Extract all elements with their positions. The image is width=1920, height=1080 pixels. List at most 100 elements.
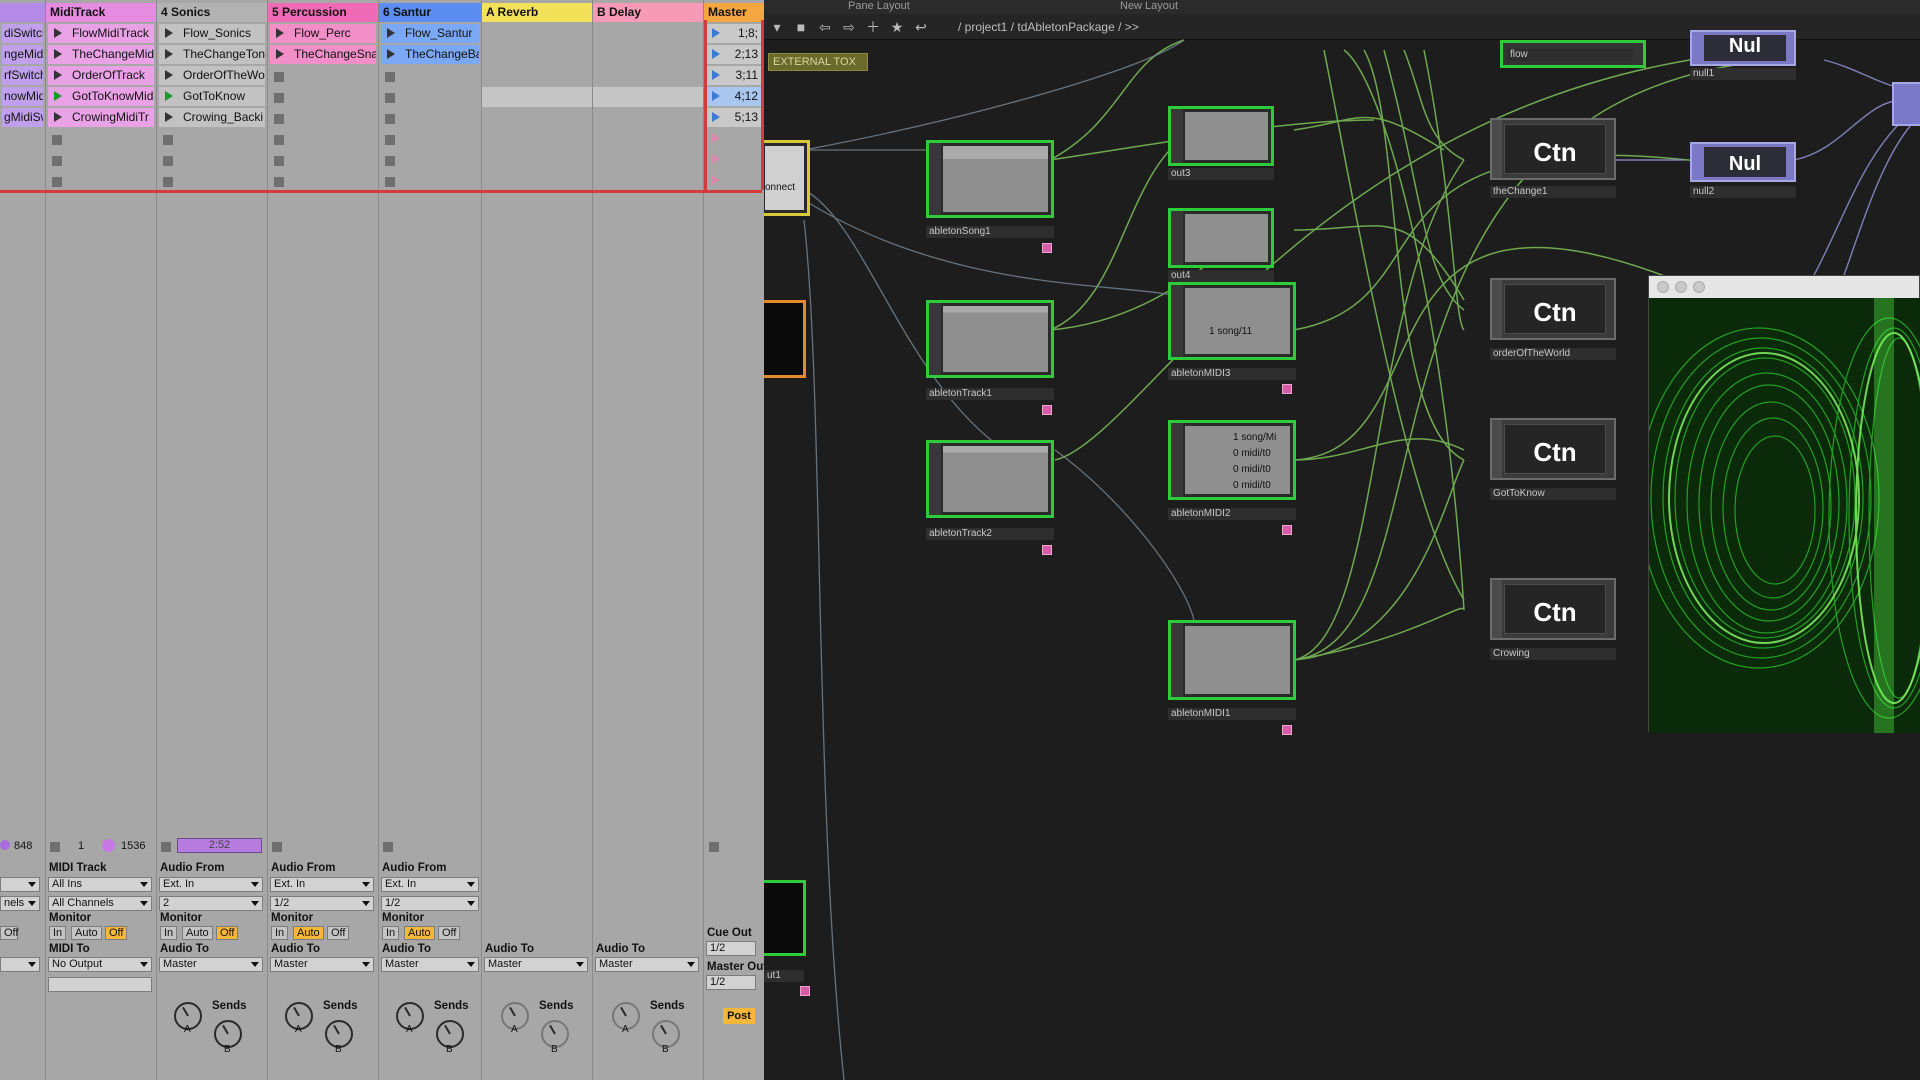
clip-slot[interactable]: nowMidi xyxy=(2,87,43,106)
node-pin[interactable] xyxy=(1282,525,1292,535)
abletontrack2-node[interactable] xyxy=(926,440,1054,518)
track-header-0[interactable] xyxy=(0,3,45,22)
play-icon[interactable] xyxy=(165,49,173,59)
clip-slot[interactable]: rfSwitch xyxy=(2,66,43,85)
node-pin[interactable] xyxy=(1282,725,1292,735)
stop-icon[interactable] xyxy=(161,842,171,852)
node-flags[interactable] xyxy=(929,443,941,515)
midi-channel-select[interactable]: All Channels xyxy=(48,896,152,911)
stop-icon[interactable] xyxy=(50,842,60,852)
node-flags[interactable] xyxy=(1171,423,1183,497)
scene-play-icon[interactable] xyxy=(712,175,720,185)
scene-play-icon[interactable] xyxy=(712,112,720,122)
scene-play-icon[interactable] xyxy=(712,133,720,143)
orderoftheworld-container[interactable]: Ctn xyxy=(1490,278,1616,340)
stop-icon[interactable] xyxy=(272,842,282,852)
stop-icon[interactable] xyxy=(52,156,62,166)
scene-play-icon[interactable] xyxy=(712,49,720,59)
scene-launch[interactable]: 4;12 xyxy=(706,87,762,106)
play-icon[interactable] xyxy=(387,49,395,59)
stop-icon[interactable] xyxy=(274,156,284,166)
clip-slot[interactable]: TheChangeSna xyxy=(270,45,376,64)
scene-play-icon[interactable] xyxy=(712,28,720,38)
play-icon[interactable] xyxy=(165,112,173,122)
play-icon[interactable] xyxy=(276,49,284,59)
input-channel-select[interactable]: 1/2 xyxy=(270,896,374,911)
stop-icon[interactable] xyxy=(52,177,62,187)
node-flags[interactable] xyxy=(1171,285,1183,357)
scene-play-icon[interactable] xyxy=(712,91,720,101)
stop-icon[interactable] xyxy=(385,135,395,145)
play-icon[interactable] xyxy=(54,70,62,80)
thechange1-container[interactable]: Ctn xyxy=(1490,118,1616,180)
monitor-in-button[interactable]: In xyxy=(160,926,178,940)
scene-launch[interactable] xyxy=(706,171,762,190)
play-icon[interactable] xyxy=(387,28,395,38)
clip-slot[interactable]: diSwitch xyxy=(2,24,43,43)
switch-node[interactable] xyxy=(1892,82,1920,126)
node-flags[interactable] xyxy=(1492,120,1502,178)
monitor-auto-button[interactable]: Auto xyxy=(293,926,324,940)
audio-to-select[interactable]: Master xyxy=(159,957,263,972)
scene-launch[interactable] xyxy=(706,129,762,148)
clip-slot[interactable]: OrderOfTheWo xyxy=(159,66,265,85)
monitor-in-button[interactable]: In xyxy=(382,926,400,940)
audio-to-select[interactable]: Master xyxy=(484,957,588,972)
stop-icon[interactable] xyxy=(163,135,173,145)
stop-icon[interactable] xyxy=(385,114,395,124)
null1-node[interactable]: Nul xyxy=(1690,30,1796,66)
monitor-off-button[interactable]: Off xyxy=(438,926,461,940)
node-flags[interactable] xyxy=(1492,420,1502,478)
monitor-off-button[interactable]: Off xyxy=(105,926,128,940)
black-top-node[interactable] xyxy=(764,300,806,378)
gottoknow-container[interactable]: Ctn xyxy=(1490,418,1616,480)
abletonmidi1-node[interactable] xyxy=(1168,620,1296,700)
node-flags[interactable] xyxy=(1492,580,1502,638)
play-icon[interactable] xyxy=(54,112,62,122)
midi-to-channel[interactable] xyxy=(48,977,152,992)
node-flags[interactable] xyxy=(929,303,941,375)
stop-icon[interactable] xyxy=(274,114,284,124)
track-header-delay[interactable]: B Delay xyxy=(593,3,703,22)
audio-from-select[interactable]: Ext. In xyxy=(159,877,263,892)
stop-icon[interactable] xyxy=(385,93,395,103)
clip-slot[interactable]: TheChangeBa xyxy=(381,45,479,64)
play-icon[interactable] xyxy=(54,91,62,101)
output-viewer-window[interactable] xyxy=(1648,275,1920,733)
scene-launch[interactable] xyxy=(706,150,762,169)
midi-to-select[interactable]: No Output xyxy=(48,957,152,972)
abletonmidi3-node[interactable]: 1 song/11 xyxy=(1168,282,1296,360)
stop-icon[interactable] xyxy=(385,156,395,166)
stop-icon[interactable] xyxy=(274,72,284,82)
scene-launch[interactable]: 1;8; xyxy=(706,24,762,43)
clip-position-bar[interactable]: 2:52 xyxy=(177,838,262,853)
clip-slot[interactable]: ngeMidi xyxy=(2,45,43,64)
monitor-in-button[interactable]: In xyxy=(49,926,67,940)
abletonmidi2-node[interactable]: 1 song/Mi 0 midi/t0 0 midi/t0 0 midi/t0 xyxy=(1168,420,1296,500)
master-out-select[interactable]: 1/2 xyxy=(706,975,756,990)
track-header-reverb[interactable]: A Reverb xyxy=(482,3,592,22)
monitor-auto-button[interactable]: Auto xyxy=(71,926,102,940)
out3-node[interactable] xyxy=(1168,106,1274,166)
audio-to-select[interactable]: Master xyxy=(381,957,479,972)
audio-from-select[interactable]: Ext. In xyxy=(270,877,374,892)
connect-node[interactable]: onnect xyxy=(764,140,810,216)
cue-out-select[interactable]: 1/2 xyxy=(706,941,756,956)
clip-slot[interactable]: GotToKnow xyxy=(159,87,265,106)
input-channel-select[interactable]: 2 xyxy=(159,896,263,911)
viewer-titlebar[interactable] xyxy=(1649,276,1919,298)
stop-icon[interactable] xyxy=(52,135,62,145)
scene-launch[interactable]: 5;13 xyxy=(706,108,762,127)
clip-slot[interactable]: FlowMidiTrack xyxy=(48,24,154,43)
track-header-master[interactable]: Master xyxy=(704,3,764,22)
stop-icon[interactable] xyxy=(385,177,395,187)
null2-node[interactable]: Nul xyxy=(1690,142,1796,182)
node-pin[interactable] xyxy=(1042,243,1052,253)
clip-slot[interactable]: CrowingMidiTr xyxy=(48,108,154,127)
play-icon[interactable] xyxy=(165,70,173,80)
stop-icon[interactable] xyxy=(709,842,719,852)
monitor-off-button[interactable]: Off xyxy=(327,926,350,940)
input-select[interactable] xyxy=(0,877,40,892)
clip-slot[interactable]: gMidiSw xyxy=(2,108,43,127)
clip-slot[interactable]: OrderOfTrack xyxy=(48,66,154,85)
